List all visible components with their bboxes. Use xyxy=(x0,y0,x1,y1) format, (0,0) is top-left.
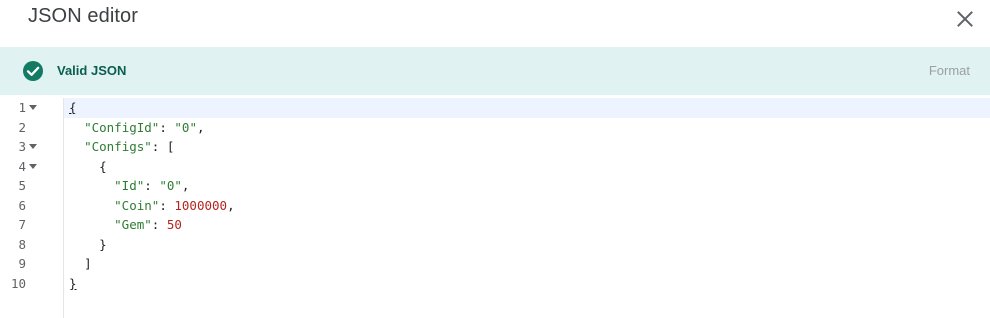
json-key: "Id" xyxy=(114,178,145,193)
gutter-row: 9 xyxy=(0,254,63,274)
gutter-row: 3 xyxy=(0,137,63,157)
gutter-row: 6 xyxy=(0,196,63,216)
line-number: 10 xyxy=(10,275,26,291)
gutter-row: 8 xyxy=(0,235,63,255)
json-number-value: 50 xyxy=(166,217,182,232)
line-number: 3 xyxy=(18,139,26,154)
open-brace: { xyxy=(99,158,107,174)
code-line[interactable]: } xyxy=(69,235,107,255)
json-separator: : xyxy=(144,178,160,193)
json-key: "Coin" xyxy=(114,197,160,213)
gutter-row: 4 xyxy=(0,157,63,177)
active-line-highlight xyxy=(64,98,990,118)
code-line[interactable]: { xyxy=(69,157,107,177)
line-number: 9 xyxy=(18,256,26,271)
json-separator: : xyxy=(151,217,167,232)
line-number-gutter: 1 2 3 4 5 6 7 8 9 10 xyxy=(0,98,64,318)
code-line[interactable]: "Id": "0", xyxy=(69,176,189,196)
open-brace: { xyxy=(69,100,77,115)
json-separator: : [ xyxy=(151,139,175,154)
check-circle-icon xyxy=(23,61,43,81)
format-button[interactable]: Format xyxy=(929,63,970,78)
validation-status-text: Valid JSON xyxy=(57,63,127,78)
code-line[interactable]: "Gem": 50 xyxy=(69,215,182,235)
gutter-row: 5 xyxy=(0,176,63,196)
dialog-header: JSON editor xyxy=(0,0,990,44)
line-number: 5 xyxy=(18,178,26,193)
json-comma: , xyxy=(181,178,190,193)
gutter-row: 10 xyxy=(0,274,63,294)
dialog-title: JSON editor xyxy=(28,5,139,27)
json-key: "Gem" xyxy=(114,217,152,232)
fold-caret-icon[interactable] xyxy=(29,144,37,149)
code-line[interactable]: ] xyxy=(69,254,92,274)
close-icon xyxy=(957,11,973,27)
code-line[interactable]: "Configs": [ xyxy=(69,137,174,157)
code-line[interactable]: } xyxy=(69,274,77,294)
validation-status-bar: Valid JSON Format xyxy=(0,47,990,95)
json-key: "ConfigId" xyxy=(84,119,160,135)
json-string-value: "0" xyxy=(159,178,182,193)
json-separator: : xyxy=(159,197,175,213)
fold-caret-icon[interactable] xyxy=(29,163,37,169)
line-number: 6 xyxy=(18,197,26,213)
gutter-row: 1 xyxy=(0,98,63,118)
close-brace: } xyxy=(69,275,77,291)
close-bracket: ] xyxy=(84,256,92,271)
line-number: 2 xyxy=(18,119,26,135)
gutter-row: 7 xyxy=(0,215,63,235)
json-number-value: 1000000 xyxy=(174,197,228,213)
json-string-value: "0" xyxy=(174,119,197,135)
close-button[interactable] xyxy=(952,6,978,32)
line-number: 4 xyxy=(18,158,26,174)
code-line[interactable]: "ConfigId": "0", xyxy=(69,118,205,138)
code-editor[interactable]: 1 2 3 4 5 6 7 8 9 10 {"ConfigId": "0", … xyxy=(0,98,990,318)
json-separator: : xyxy=(159,119,175,135)
json-comma: , xyxy=(227,197,235,213)
json-editor-dialog: JSON editor Valid JSON Format 1 2 3 4 5 … xyxy=(0,0,990,318)
close-brace: } xyxy=(99,236,107,252)
code-line[interactable]: "Coin": 1000000, xyxy=(69,196,235,216)
fold-caret-icon[interactable] xyxy=(29,105,37,110)
json-comma: , xyxy=(196,119,205,135)
code-line[interactable]: { xyxy=(69,98,77,118)
line-number: 8 xyxy=(18,236,26,252)
line-number: 1 xyxy=(18,100,26,115)
line-number: 7 xyxy=(18,217,26,232)
gutter-row: 2 xyxy=(0,118,63,138)
json-key: "Configs" xyxy=(84,139,152,154)
